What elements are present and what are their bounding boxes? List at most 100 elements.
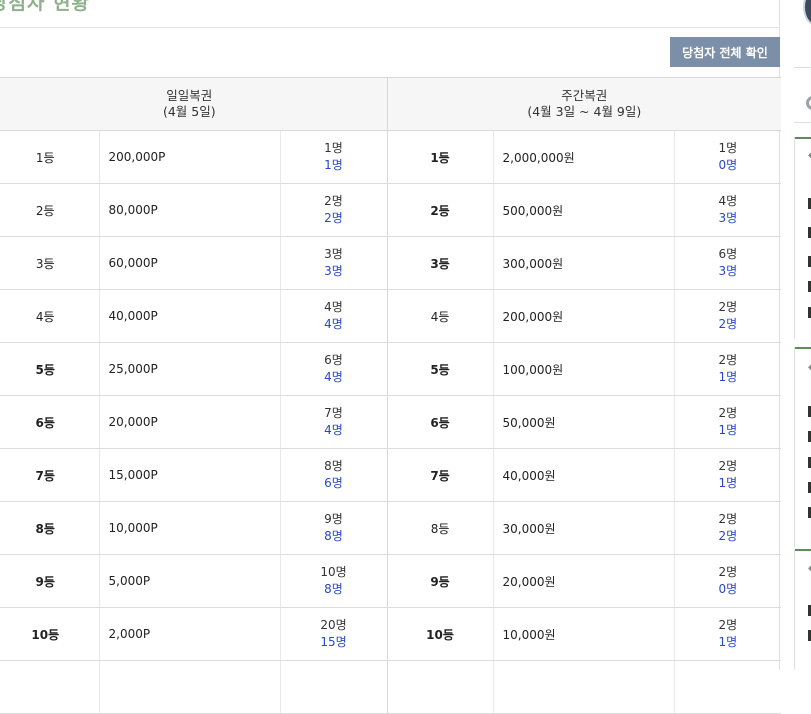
- daily-lottery-header: 일일복권 (4월 5일): [0, 77, 388, 131]
- weekly-rank: 4등: [387, 289, 494, 343]
- daily-rank: 2등: [0, 183, 99, 237]
- weekly-prize-amount: 2,000,000원: [492, 130, 675, 184]
- daily-winner-counts: 20명 15명: [279, 607, 388, 661]
- daily-prize-amount: 80,000P: [98, 183, 280, 237]
- daily-rank: 6등: [0, 395, 99, 449]
- daily-prize-amount: 10,000P: [98, 501, 280, 555]
- daily-winner-counts: 9명 8명: [279, 501, 388, 555]
- weekly-winner-count: 0명: [718, 158, 738, 172]
- daily-winner-count: 8명: [324, 529, 343, 543]
- daily-rank: 1등: [0, 130, 99, 184]
- table-row: 1등 200,000P 1명 1명 1등 2,000,000원 1명 0명: [0, 130, 782, 184]
- table-row: 8등 10,000P 9명 8명 8등 30,000원 2명 2명: [0, 501, 782, 555]
- daily-winner-counts: 2명 2명: [279, 183, 388, 237]
- weekly-winner-total: 2명: [718, 565, 738, 579]
- weekly-rank: 6등: [387, 395, 494, 449]
- daily-lottery-period: (4월 5일): [162, 104, 216, 119]
- daily-winner-count: 2명: [324, 211, 343, 225]
- table-row: 2등 80,000P 2명 2명 2등 500,000원 4명 3명: [0, 183, 782, 237]
- table-row-partial: [0, 660, 782, 714]
- right-sidebar: ◆ ◆ ◆: [792, 0, 811, 670]
- daily-rank: 9등: [0, 554, 99, 608]
- weekly-prize-amount: 10,000원: [492, 607, 675, 661]
- daily-winner-count: 8명: [324, 582, 343, 596]
- daily-winner-counts: 8명 6명: [279, 448, 388, 502]
- table-row: 5등 25,000P 6명 4명 5등 100,000원 2명 1명: [0, 342, 782, 396]
- table-row: 7등 15,000P 8명 6명 7등 40,000원 2명 1명: [0, 448, 782, 502]
- daily-winner-total: 10명: [320, 565, 347, 579]
- weekly-prize-amount: 100,000원: [492, 342, 675, 396]
- daily-winner-count: 1명: [324, 158, 343, 172]
- sidebar-panel-edge: [794, 549, 795, 670]
- table-row: 3등 60,000P 3명 3명 3등 300,000원 6명 3명: [0, 236, 782, 290]
- daily-winner-count: 6명: [324, 476, 343, 490]
- sidebar-panel-edge: [794, 137, 795, 339]
- weekly-prize-amount: 30,000원: [492, 501, 675, 555]
- daily-winner-total: 7명: [324, 406, 343, 420]
- weekly-winner-count: 1명: [718, 423, 738, 437]
- daily-winner-total: 1명: [324, 141, 343, 155]
- daily-winner-total: 3명: [324, 247, 343, 261]
- daily-prize-amount: 25,000P: [98, 342, 280, 396]
- sidebar-divider: [794, 122, 811, 123]
- weekly-winner-counts: 4명 3명: [673, 183, 782, 237]
- daily-winner-total: 9명: [324, 512, 343, 526]
- weekly-winner-total: 2명: [718, 512, 738, 526]
- table-row: 6등 20,000P 7명 4명 6등 50,000원 2명 1명: [0, 395, 782, 449]
- daily-rank: 3등: [0, 236, 99, 290]
- daily-rank: 7등: [0, 448, 99, 502]
- sidebar-panel-border: [794, 347, 811, 349]
- weekly-prize-amount: 500,000원: [492, 183, 675, 237]
- daily-rank: 8등: [0, 501, 99, 555]
- daily-winner-counts: 6명 4명: [279, 342, 388, 396]
- weekly-lottery-header: 주간복권 (4월 3일 ~ 4월 9일): [387, 77, 782, 131]
- daily-winner-total: 4명: [324, 300, 343, 314]
- daily-rank: 5등: [0, 342, 99, 396]
- table-row: 4등 40,000P 4명 4명 4등 200,000원 2명 2명: [0, 289, 782, 343]
- table-row: 9등 5,000P 10명 8명 9등 20,000원 2명 0명: [0, 554, 782, 608]
- weekly-winner-count: 2명: [718, 317, 738, 331]
- weekly-rank: 10등: [387, 607, 494, 661]
- avatar-icon[interactable]: [803, 0, 811, 26]
- daily-winner-counts: 7명 4명: [279, 395, 388, 449]
- page-title: 당첨자 현황: [0, 0, 91, 14]
- weekly-winner-count: 1명: [718, 370, 738, 384]
- weekly-rank: 2등: [387, 183, 494, 237]
- weekly-winner-total: 2명: [718, 406, 738, 420]
- sidebar-divider: [794, 67, 811, 68]
- weekly-winner-total: 1명: [718, 141, 738, 155]
- weekly-winner-counts: 2명 0명: [673, 554, 782, 608]
- daily-rank: 4등: [0, 289, 99, 343]
- weekly-winner-total: 2명: [718, 353, 738, 367]
- daily-prize-amount: 60,000P: [98, 236, 280, 290]
- weekly-prize-amount: 200,000원: [492, 289, 675, 343]
- weekly-winner-total: 4명: [718, 194, 738, 208]
- weekly-winner-counts: 1명 0명: [673, 130, 782, 184]
- weekly-prize-amount: 40,000원: [492, 448, 675, 502]
- weekly-lottery-title: 주간복권: [561, 88, 608, 103]
- daily-winner-count: 15명: [320, 635, 347, 649]
- loading-ring-icon: [806, 96, 811, 110]
- sidebar-panel-border: [794, 549, 811, 551]
- all-winners-button[interactable]: 당첨자 전체 확인: [670, 37, 780, 67]
- daily-winner-count: 4명: [324, 370, 343, 384]
- sidebar-panel-edge: [794, 347, 795, 547]
- daily-prize-amount: 40,000P: [98, 289, 280, 343]
- daily-winner-counts: 3명 3명: [279, 236, 388, 290]
- weekly-winner-count: 1명: [718, 476, 738, 490]
- weekly-winner-total: 6명: [718, 247, 738, 261]
- header-divider: [0, 27, 780, 28]
- weekly-rank: 9등: [387, 554, 494, 608]
- daily-prize-amount: 5,000P: [98, 554, 280, 608]
- weekly-winner-counts: 6명 3명: [673, 236, 782, 290]
- weekly-winner-counts: 2명 1명: [673, 607, 782, 661]
- weekly-rank: 1등: [387, 130, 494, 184]
- weekly-winner-counts: 2명 2명: [673, 289, 782, 343]
- daily-winner-total: 2명: [324, 194, 343, 208]
- weekly-winner-counts: 2명 2명: [673, 501, 782, 555]
- weekly-prize-amount: 20,000원: [492, 554, 675, 608]
- weekly-winner-counts: 2명 1명: [673, 342, 782, 396]
- weekly-rank: 3등: [387, 236, 494, 290]
- table-header-row: 일일복권 (4월 5일) 주간복권 (4월 3일 ~ 4월 9일): [0, 77, 782, 131]
- weekly-winner-counts: 2명 1명: [673, 395, 782, 449]
